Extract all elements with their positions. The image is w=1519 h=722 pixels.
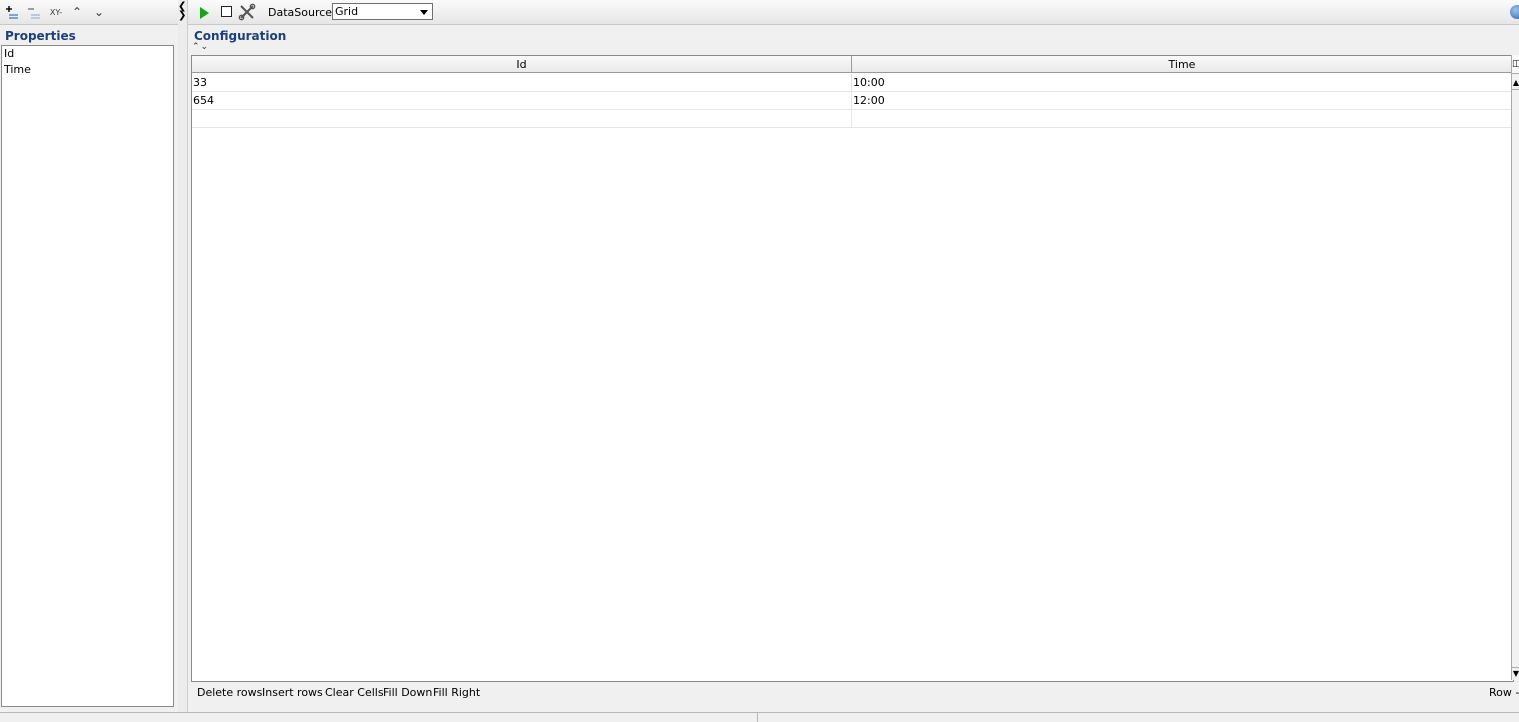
stop-icon[interactable] bbox=[221, 6, 232, 17]
datasource-value: Grid bbox=[335, 5, 359, 18]
column-chooser-button[interactable]: ◫ bbox=[1512, 55, 1519, 74]
move-up-icon[interactable]: ⌃ bbox=[71, 4, 83, 20]
clear-cells-button[interactable]: Clear Cells bbox=[325, 686, 384, 699]
fill-right-button[interactable]: Fill Right bbox=[433, 686, 480, 699]
datasource-label: DataSource: bbox=[268, 6, 336, 19]
main-toolbar: DataSource: Grid bbox=[188, 0, 1519, 25]
scroll-down-icon[interactable]: ▼ bbox=[1512, 667, 1519, 680]
left-panel: XY- ⌃ ⌄ Properties Id Time bbox=[0, 0, 180, 712]
main-panel: DataSource: Grid Configuration ⌃⌄ Id Tim… bbox=[188, 0, 1519, 712]
panel-splitter[interactable]: ❮ ❯ bbox=[178, 0, 188, 712]
insert-rows-button[interactable]: Insert rows bbox=[262, 686, 323, 699]
grid-cell[interactable]: 10:00 bbox=[852, 74, 1513, 91]
help-icon[interactable] bbox=[1510, 5, 1519, 19]
configuration-title: Configuration bbox=[194, 29, 287, 43]
grid-body: 33 10:00 654 12:00 bbox=[192, 74, 1513, 128]
data-grid[interactable]: Id Time 33 10:00 654 12:00 bbox=[191, 55, 1514, 682]
move-down-icon[interactable]: ⌄ bbox=[93, 4, 105, 20]
grid-cell[interactable]: 654 bbox=[192, 92, 852, 109]
properties-list[interactable]: Id Time bbox=[1, 45, 174, 707]
property-item-id[interactable]: Id bbox=[2, 46, 173, 62]
table-row[interactable]: 33 10:00 bbox=[192, 74, 1513, 92]
left-toolbar: XY- ⌃ ⌄ bbox=[0, 0, 178, 25]
dropdown-arrow-icon bbox=[420, 10, 428, 15]
column-header-id[interactable]: Id bbox=[192, 56, 852, 73]
datasource-select[interactable]: Grid bbox=[332, 3, 433, 20]
grid-cell[interactable]: 33 bbox=[192, 74, 852, 91]
grid-header: Id Time bbox=[192, 56, 1513, 74]
delete-rows-button[interactable]: Delete rows bbox=[197, 686, 262, 699]
grid-cell[interactable]: 12:00 bbox=[852, 92, 1513, 109]
column-header-time[interactable]: Time bbox=[852, 56, 1513, 73]
remove-row-icon[interactable] bbox=[26, 4, 42, 20]
grid-cell[interactable] bbox=[852, 110, 1513, 127]
add-row-icon[interactable] bbox=[4, 4, 20, 20]
row-button[interactable]: Row - bbox=[1489, 686, 1519, 699]
tools-icon[interactable] bbox=[238, 3, 256, 21]
vertical-scrollbar[interactable]: ◫ ▲ ▼ bbox=[1511, 55, 1519, 680]
scroll-up-icon[interactable]: ▲ bbox=[1512, 77, 1519, 90]
property-item-time[interactable]: Time bbox=[2, 62, 173, 78]
table-row[interactable]: 654 12:00 bbox=[192, 92, 1513, 110]
action-bar: Delete rows Insert rows Clear Cells Fill… bbox=[191, 683, 1519, 703]
grid-cell[interactable] bbox=[192, 110, 852, 127]
expand-right-icon[interactable]: ❯ bbox=[178, 11, 186, 21]
run-icon[interactable] bbox=[200, 7, 209, 19]
fill-down-button[interactable]: Fill Down bbox=[383, 686, 432, 699]
table-row[interactable] bbox=[192, 110, 1513, 128]
sort-arrows-icon[interactable]: ⌃⌄ bbox=[192, 43, 209, 52]
properties-title: Properties bbox=[5, 29, 76, 43]
xy-icon[interactable]: XY- bbox=[47, 4, 65, 20]
